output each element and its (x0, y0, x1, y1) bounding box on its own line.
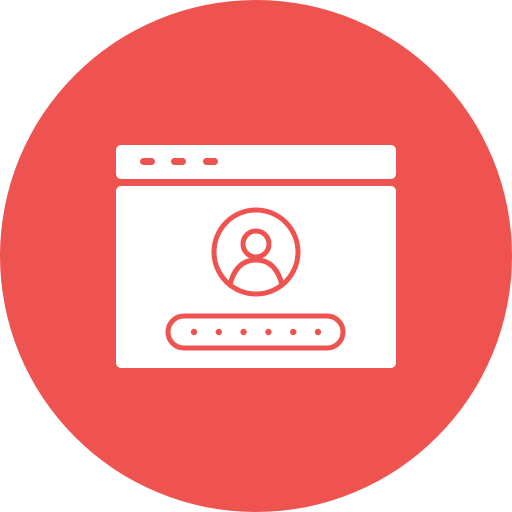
password-dot (290, 328, 297, 336)
password-dot (190, 328, 198, 336)
window-control-dots (140, 158, 218, 165)
window-dot (140, 158, 155, 165)
window-dot (203, 158, 218, 165)
login-icon-canvas (0, 0, 512, 512)
browser-window-icon (116, 145, 396, 368)
password-dot (215, 328, 222, 336)
window-dot (171, 158, 186, 165)
password-dot (240, 328, 247, 336)
password-dot (314, 328, 322, 336)
browser-window-body (116, 186, 396, 368)
browser-title-bar (116, 145, 396, 179)
browser-login-icon (0, 0, 512, 512)
password-dot (265, 328, 272, 336)
